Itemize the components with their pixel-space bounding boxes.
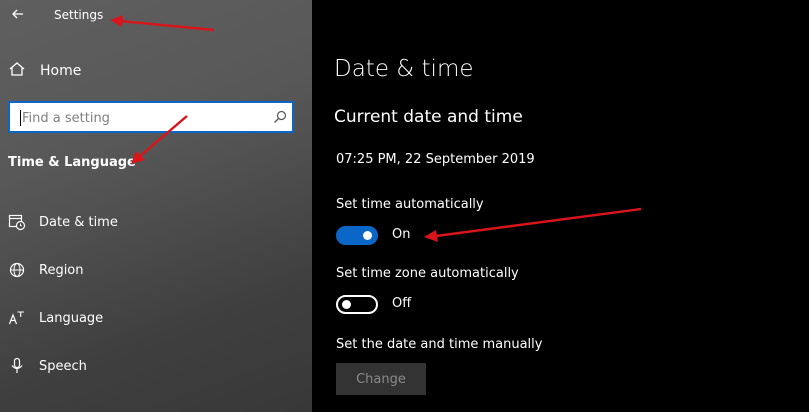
language-icon bbox=[8, 309, 26, 327]
auto-timezone-state: Off bbox=[392, 296, 412, 311]
manual-datetime-label: Set the date and time manually bbox=[336, 337, 543, 352]
auto-time-label: Set time automatically bbox=[336, 197, 484, 212]
auto-time-state: On bbox=[392, 227, 411, 242]
microphone-icon bbox=[8, 357, 26, 375]
auto-time-toggle[interactable] bbox=[336, 226, 378, 245]
sidebar-item-label: Region bbox=[39, 262, 84, 278]
toggle-knob bbox=[342, 300, 351, 309]
sidebar-item-region[interactable]: Region bbox=[8, 257, 84, 283]
search-box[interactable] bbox=[8, 101, 294, 133]
main-panel: Date & time Current date and time 07:25 … bbox=[312, 0, 809, 412]
sidebar-item-language[interactable]: Language bbox=[8, 305, 103, 331]
home-label: Home bbox=[40, 63, 82, 79]
sidebar-item-label: Speech bbox=[39, 358, 87, 374]
sidebar-item-label: Language bbox=[39, 310, 104, 326]
toggle-knob bbox=[363, 231, 372, 240]
auto-timezone-toggle[interactable] bbox=[336, 295, 378, 314]
search-input[interactable] bbox=[22, 108, 268, 128]
sidebar-item-label: Date & time bbox=[39, 214, 118, 230]
sidebar-item-home[interactable]: Home bbox=[8, 58, 81, 84]
change-button[interactable]: Change bbox=[336, 363, 426, 395]
current-datetime: 07:25 PM, 22 September 2019 bbox=[336, 152, 535, 167]
section-subtitle: Current date and time bbox=[334, 107, 523, 127]
home-icon bbox=[8, 60, 26, 82]
search-icon[interactable] bbox=[272, 109, 288, 125]
globe-icon bbox=[8, 261, 26, 279]
window-title: Settings bbox=[54, 8, 104, 22]
auto-timezone-label: Set time zone automatically bbox=[336, 266, 519, 281]
section-title: Time & Language bbox=[8, 155, 136, 170]
page-title: Date & time bbox=[334, 56, 474, 82]
sidebar-item-speech[interactable]: Speech bbox=[8, 353, 87, 379]
text-caret bbox=[20, 110, 21, 126]
date-time-icon bbox=[8, 213, 26, 231]
sidebar: Settings Home Time & Language bbox=[0, 0, 312, 412]
back-arrow-icon bbox=[12, 9, 23, 19]
sidebar-item-date-time[interactable]: Date & time bbox=[8, 209, 118, 235]
back-button[interactable] bbox=[8, 4, 28, 24]
